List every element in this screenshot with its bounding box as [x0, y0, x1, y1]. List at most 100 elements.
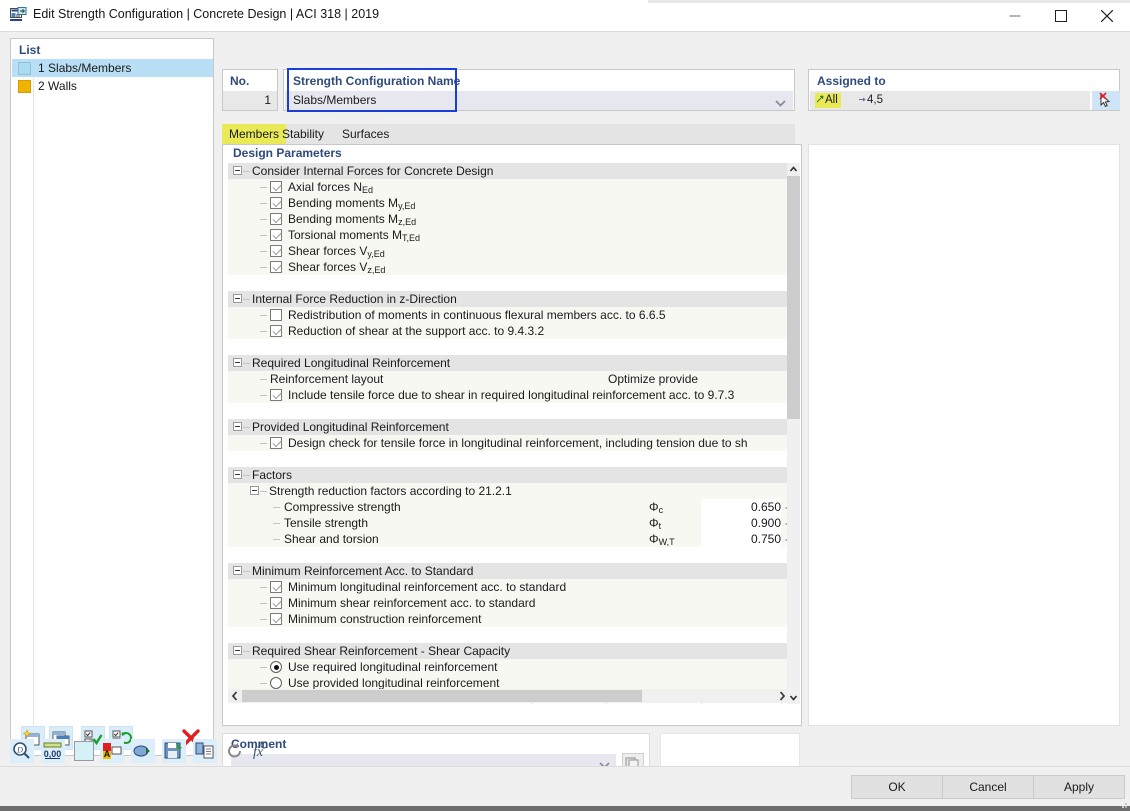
parameter-checkbox-row[interactable]: Bending moments My,Ed — [228, 195, 789, 211]
checkbox-icon[interactable] — [270, 229, 282, 241]
ok-button[interactable]: OK — [851, 775, 943, 799]
parameter-checkbox-row[interactable]: Shear forces Vz,Ed — [228, 259, 789, 275]
tree-line — [273, 507, 280, 508]
assigned-to-value[interactable]: All 4,5 — [810, 91, 1090, 110]
radio-button-icon[interactable] — [270, 677, 282, 689]
display-properties-icon[interactable]: A — [100, 739, 124, 763]
tab-strip: Members Stability Surfaces — [222, 124, 795, 144]
scroll-up-icon[interactable] — [787, 163, 800, 176]
units-decimal-icon[interactable]: 0,00 — [41, 739, 65, 763]
parameter-section-header[interactable]: Required Shear Reinforcement - Shear Cap… — [228, 643, 789, 659]
parameter-value-row[interactable]: Compressive strengthΦc0.650-- — [228, 499, 789, 515]
collapse-toggle-icon[interactable] — [233, 470, 242, 479]
export-list-icon[interactable] — [193, 739, 217, 763]
color-swatch-icon[interactable] — [72, 739, 96, 763]
checkbox-icon[interactable] — [270, 581, 282, 593]
collapse-toggle-icon[interactable] — [233, 166, 242, 175]
parameter-checkbox-row[interactable]: Reduction of shear at the support acc. t… — [228, 323, 789, 339]
parameter-number[interactable]: 0.750 — [706, 532, 781, 546]
title-bar: Edit Strength Configuration | Concrete D… — [0, 0, 1130, 31]
minimize-button[interactable] — [992, 0, 1038, 31]
parameters-grid[interactable]: Consider Internal Forces for Concrete De… — [228, 163, 789, 704]
parameter-number[interactable]: 0.650 — [706, 500, 781, 514]
app-window-icon — [10, 7, 27, 23]
parameter-value-row[interactable]: Shear and torsionΦW,T0.750-- — [228, 531, 789, 547]
parameter-checkbox-row[interactable]: Redistribution of moments in continuous … — [228, 307, 789, 323]
resize-grip[interactable] — [1121, 797, 1127, 803]
collapse-toggle-icon[interactable] — [233, 646, 242, 655]
radio-button-icon[interactable] — [270, 661, 282, 673]
collapse-toggle-icon[interactable] — [233, 294, 242, 303]
checkbox-icon[interactable] — [270, 597, 282, 609]
parameter-section-header[interactable]: Factors — [228, 467, 789, 483]
horizontal-scroll-thumb[interactable] — [242, 690, 642, 702]
parameter-section-header[interactable]: Internal Force Reduction in z-Direction — [228, 291, 789, 307]
apply-button[interactable]: Apply — [1033, 775, 1125, 799]
parameter-label: Torsional moments MT,Ed — [288, 228, 420, 243]
parameter-checkbox-row[interactable]: Design check for tensile force in longit… — [228, 435, 789, 451]
list-item-walls[interactable]: 2 Walls — [12, 77, 213, 95]
collapse-toggle-icon[interactable] — [233, 358, 242, 367]
tree-line — [260, 443, 267, 444]
checkbox-icon[interactable] — [270, 245, 282, 257]
collapse-toggle-icon[interactable] — [250, 486, 259, 495]
zoom-info-icon[interactable]: D — [10, 739, 34, 763]
collapse-toggle-icon[interactable] — [233, 566, 242, 575]
checkbox-icon[interactable] — [270, 181, 282, 193]
scroll-left-icon[interactable] — [228, 689, 242, 703]
parameter-value[interactable]: Optimize provide — [608, 372, 698, 386]
tab-stability[interactable]: Stability — [275, 124, 331, 144]
horizontal-scrollbar[interactable] — [228, 689, 789, 703]
parameter-section-header[interactable]: Required Longitudinal Reinforcement — [228, 355, 789, 371]
name-input[interactable]: Slabs/Members — [285, 91, 793, 110]
parameter-section-header[interactable]: Minimum Reinforcement Acc. to Standard — [228, 563, 789, 579]
formula-icon[interactable]: fx — [248, 739, 272, 763]
parameter-radio-row[interactable]: Use required longitudinal reinforcement — [228, 659, 789, 675]
checkbox-icon[interactable] — [270, 437, 282, 449]
vertical-scroll-thumb[interactable] — [787, 176, 800, 419]
reset-icon[interactable] — [224, 739, 248, 763]
parameter-section-header[interactable]: Consider Internal Forces for Concrete De… — [228, 163, 789, 179]
tree-line — [260, 491, 267, 492]
checkbox-icon[interactable] — [270, 389, 282, 401]
parameter-number[interactable]: 0.900 — [706, 516, 781, 530]
list-item-slabs-members[interactable]: 1 Slabs/Members — [12, 59, 213, 77]
vertical-scrollbar[interactable] — [787, 163, 800, 704]
dialog-footer: OK Cancel Apply — [0, 766, 1130, 806]
parameter-text-row[interactable]: Reinforcement layout Optimize provide — [228, 371, 789, 387]
checkbox-icon[interactable] — [270, 197, 282, 209]
parameter-checkbox-row[interactable]: Minimum longitudinal reinforcement acc. … — [228, 579, 789, 595]
parameter-label: Consider Internal Forces for Concrete De… — [252, 164, 493, 178]
parameter-label: Reinforcement layout — [270, 372, 383, 386]
checkbox-icon[interactable] — [270, 325, 282, 337]
parameter-section-header[interactable]: Provided Longitudinal Reinforcement — [228, 419, 789, 435]
checkbox-icon[interactable] — [270, 261, 282, 273]
import-icon[interactable] — [131, 739, 155, 763]
parameter-checkbox-row[interactable]: Minimum shear reinforcement acc. to stan… — [228, 595, 789, 611]
no-value[interactable]: 1 — [223, 91, 277, 110]
chevron-down-icon[interactable] — [775, 96, 786, 110]
parameter-checkbox-row[interactable]: Include tensile force due to shear in re… — [228, 387, 789, 403]
cancel-button[interactable]: Cancel — [942, 775, 1034, 799]
checkbox-icon[interactable] — [270, 613, 282, 625]
collapse-toggle-icon[interactable] — [233, 422, 242, 431]
parameter-checkbox-row[interactable]: Axial forces NEd — [228, 179, 789, 195]
maximize-button[interactable] — [1038, 0, 1084, 31]
parameter-checkbox-row[interactable]: Torsional moments MT,Ed — [228, 227, 789, 243]
parameter-subsection-header[interactable]: Strength reduction factors according to … — [228, 483, 789, 499]
parameter-checkbox-row[interactable]: Shear forces Vy,Ed — [228, 243, 789, 259]
list-item-label: 1 Slabs/Members — [38, 61, 131, 75]
tab-surfaces[interactable]: Surfaces — [335, 124, 396, 144]
scroll-right-icon[interactable] — [775, 689, 789, 703]
parameter-checkbox-row[interactable]: Bending moments Mz,Ed — [228, 211, 789, 227]
save-icon[interactable] — [162, 739, 186, 763]
parameter-checkbox-row[interactable]: Minimum construction reinforcement — [228, 611, 789, 627]
checkbox-icon[interactable] — [270, 309, 282, 321]
parameter-label: Shear forces Vy,Ed — [288, 244, 385, 259]
grid-spacer-row — [228, 403, 789, 419]
parameter-value-row[interactable]: Tensile strengthΦt0.900-- — [228, 515, 789, 531]
pick-objects-button[interactable] — [1092, 91, 1120, 110]
close-button[interactable] — [1084, 0, 1130, 31]
checkbox-icon[interactable] — [270, 213, 282, 225]
assigned-all-badge[interactable]: All — [815, 93, 841, 108]
